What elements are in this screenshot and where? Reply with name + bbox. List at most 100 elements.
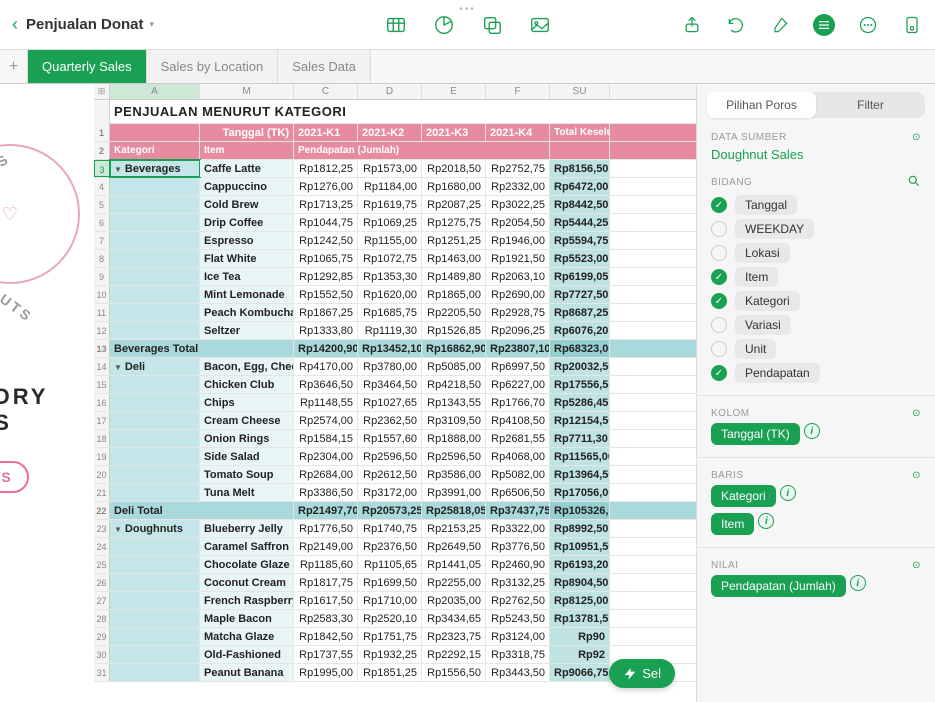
category-cell[interactable] xyxy=(110,322,200,339)
select-all-corner[interactable]: ⊞ xyxy=(94,84,110,99)
table-row[interactable]: 20 Tomato Soup Rp2684,00 Rp2612,50 Rp358… xyxy=(94,466,696,484)
category-cell[interactable] xyxy=(110,610,200,627)
category-cell[interactable] xyxy=(110,466,200,483)
row-num[interactable]: 11 xyxy=(94,304,110,321)
field-chip[interactable]: Tanggal xyxy=(735,195,797,215)
table-row[interactable]: 29 Matcha Glaze Rp1842,50 Rp1751,75 Rp23… xyxy=(94,628,696,646)
field-checkbox[interactable]: ✓ xyxy=(711,365,727,381)
table-row[interactable]: 17 Cream Cheese Rp2574,00 Rp2362,50 Rp31… xyxy=(94,412,696,430)
category-cell[interactable] xyxy=(110,196,200,213)
col-head-d[interactable]: D xyxy=(358,84,422,99)
col-head-su[interactable]: SU xyxy=(550,84,610,99)
row-num[interactable]: 17 xyxy=(94,412,110,429)
seg-filter[interactable]: Filter xyxy=(816,92,925,118)
row-num[interactable]: 3 xyxy=(94,160,110,177)
info-icon[interactable]: i xyxy=(850,575,866,591)
col-head-m[interactable]: M xyxy=(200,84,294,99)
table-row[interactable]: 16 Chips Rp1148,55 Rp1027,65 Rp1343,55 R… xyxy=(94,394,696,412)
table-row[interactable]: 19 Side Salad Rp2304,00 Rp2596,50 Rp2596… xyxy=(94,448,696,466)
field-row[interactable]: ✓ Tanggal xyxy=(711,195,921,215)
tab-sales-by-location[interactable]: Sales by Location xyxy=(147,50,279,83)
category-cell[interactable] xyxy=(110,178,200,195)
info-icon[interactable]: i xyxy=(780,485,796,501)
nilai-pill[interactable]: Pendapatan (Jumlah) xyxy=(711,575,846,597)
row-num[interactable] xyxy=(94,100,110,124)
row-num[interactable]: 21 xyxy=(94,484,110,501)
field-row[interactable]: Unit xyxy=(711,339,921,359)
row-num[interactable]: 22 xyxy=(94,502,110,519)
field-row[interactable]: ✓ Item xyxy=(711,267,921,287)
row-num[interactable]: 25 xyxy=(94,556,110,573)
info-icon[interactable]: i xyxy=(758,513,774,529)
category-cell[interactable] xyxy=(110,394,200,411)
row-num[interactable]: 12 xyxy=(94,322,110,339)
table-row[interactable]: 9 Ice Tea Rp1292,85 Rp1353,30 Rp1489,80 … xyxy=(94,268,696,286)
col-head-a[interactable]: A xyxy=(110,84,200,99)
row-num[interactable]: 13 xyxy=(94,340,110,357)
back-button[interactable]: ‹ xyxy=(12,14,18,35)
source-name[interactable]: Doughnut Sales xyxy=(711,147,921,162)
row-num[interactable]: 18 xyxy=(94,430,110,447)
category-cell[interactable] xyxy=(110,448,200,465)
category-cell[interactable] xyxy=(110,592,200,609)
table-row[interactable]: 31 Peanut Banana Rp1995,00 Rp1851,25 Rp1… xyxy=(94,664,696,682)
more-icon[interactable] xyxy=(857,14,879,36)
table-row[interactable]: 30 Old-Fashioned Rp1737,55 Rp1932,25 Rp2… xyxy=(94,646,696,664)
field-checkbox[interactable] xyxy=(711,317,727,333)
row-num[interactable]: 28 xyxy=(94,610,110,627)
organize-icon[interactable] xyxy=(813,14,835,36)
table-row[interactable]: 25 Chocolate Glaze Rp1185,60 Rp1105,65 R… xyxy=(94,556,696,574)
category-cell[interactable] xyxy=(110,286,200,303)
table-row[interactable]: 14 ▼Deli Bacon, Egg, Cheese Rp4170,00 Rp… xyxy=(94,358,696,376)
baris-pill-kategori[interactable]: Kategori xyxy=(711,485,776,507)
table-row[interactable]: 4 Cappuccino Rp1276,00 Rp1184,00 Rp1680,… xyxy=(94,178,696,196)
kolom-pill[interactable]: Tanggal (TK) xyxy=(711,423,800,445)
category-cell[interactable] xyxy=(110,628,200,645)
share-icon[interactable] xyxy=(681,14,703,36)
category-cell[interactable] xyxy=(110,574,200,591)
field-checkbox[interactable]: ✓ xyxy=(711,197,727,213)
table-row[interactable]: 26 Coconut Cream Rp1817,75 Rp1699,50 Rp2… xyxy=(94,574,696,592)
row-num[interactable]: 15 xyxy=(94,376,110,393)
category-cell[interactable] xyxy=(110,250,200,267)
table-row[interactable]: 21 Tuna Melt Rp3386,50 Rp3172,00 Rp3991,… xyxy=(94,484,696,502)
col-head-e[interactable]: E xyxy=(422,84,486,99)
row-num[interactable]: 7 xyxy=(94,232,110,249)
chart-icon[interactable] xyxy=(433,14,455,36)
field-row[interactable]: Variasi xyxy=(711,315,921,335)
table-row[interactable]: 11 Peach Kombucha Rp1867,25 Rp1685,75 Rp… xyxy=(94,304,696,322)
category-cell[interactable] xyxy=(110,232,200,249)
table-row[interactable]: 27 French Raspberry Rp1617,50 Rp1710,00 … xyxy=(94,592,696,610)
table-row[interactable]: 3 ▼Beverages Caffe Latte Rp1812,25 Rp157… xyxy=(94,160,696,178)
pivot-table[interactable]: ⊞ A M C D E F SU PENJUALAN MENURUT KATEG… xyxy=(94,84,696,702)
tab-sales-data[interactable]: Sales Data xyxy=(278,50,371,83)
row-num[interactable]: 8 xyxy=(94,250,110,267)
subtotal-row[interactable]: 13 Beverages Total Rp14200,90 Rp13452,10… xyxy=(94,340,696,358)
field-chip[interactable]: Pendapatan xyxy=(735,363,820,383)
field-checkbox[interactable] xyxy=(711,341,727,357)
category-cell[interactable] xyxy=(110,412,200,429)
baris-more-icon[interactable]: ⊙ xyxy=(912,470,921,481)
category-cell[interactable]: ▼Doughnuts xyxy=(110,520,200,537)
field-row[interactable]: Lokasi xyxy=(711,243,921,263)
table-row[interactable]: 8 Flat White Rp1065,75 Rp1072,75 Rp1463,… xyxy=(94,250,696,268)
row-num[interactable]: 23 xyxy=(94,520,110,537)
nilai-more-icon[interactable]: ⊙ xyxy=(912,560,921,571)
row-num[interactable]: 30 xyxy=(94,646,110,663)
row-num[interactable]: 4 xyxy=(94,178,110,195)
row-num[interactable]: 31 xyxy=(94,664,110,681)
category-cell[interactable] xyxy=(110,304,200,321)
field-checkbox[interactable]: ✓ xyxy=(711,293,727,309)
table-row[interactable]: 23 ▼Doughnuts Blueberry Jelly Rp1776,50 … xyxy=(94,520,696,538)
document-settings-icon[interactable] xyxy=(901,14,923,36)
disclosure-icon[interactable]: ▼ xyxy=(114,363,122,372)
format-brush-icon[interactable] xyxy=(769,14,791,36)
field-checkbox[interactable]: ✓ xyxy=(711,269,727,285)
category-cell[interactable] xyxy=(110,376,200,393)
title-dropdown-icon[interactable]: ▾ xyxy=(150,19,155,30)
table-row[interactable]: 28 Maple Bacon Rp2583,30 Rp2520,10 Rp343… xyxy=(94,610,696,628)
col-head-c[interactable]: C xyxy=(294,84,358,99)
disclosure-icon[interactable]: ▼ xyxy=(114,165,122,174)
field-row[interactable]: WEEKDAY xyxy=(711,219,921,239)
row-num[interactable]: 26 xyxy=(94,574,110,591)
